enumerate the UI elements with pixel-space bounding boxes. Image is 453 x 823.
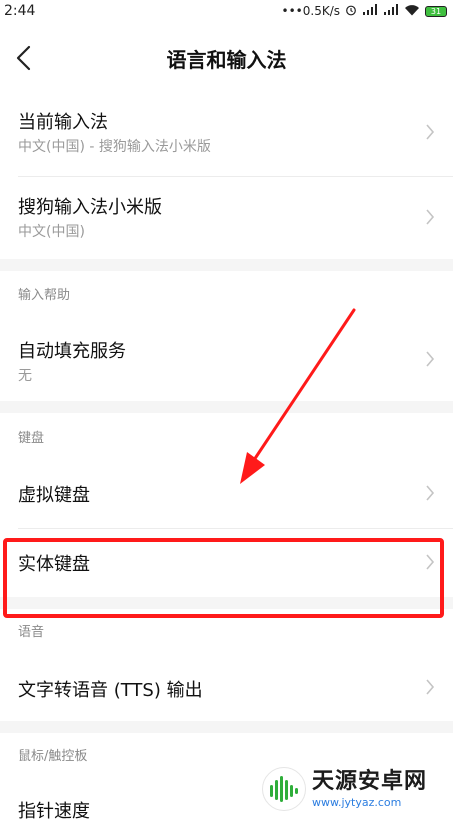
status-bar: 2:44 •••0.5K/s 31 — [0, 0, 453, 22]
status-icons: •••0.5K/s 31 — [281, 3, 453, 19]
section-label-keyboard: 键盘 — [18, 431, 45, 446]
watermark-name: 天源安卓网 — [312, 768, 428, 794]
back-arrow-icon[interactable] — [14, 44, 34, 72]
current-ime-row[interactable]: 当前输入法 中文(中国) - 搜狗输入法小米版 — [0, 94, 453, 176]
status-time: 2:44 — [4, 3, 36, 19]
watermark-url: www.jytyaz.com — [312, 795, 402, 809]
wifi-icon — [404, 4, 420, 19]
page-title: 语言和输入法 — [166, 47, 287, 72]
current-ime-subtitle: 中文(中国) - 搜狗输入法小米版 — [18, 139, 211, 155]
section-header-input-help: 输入帮助 — [0, 271, 453, 315]
virtual-keyboard-row[interactable]: 虚拟键盘 — [0, 459, 453, 527]
pointer-speed-title: 指针速度 — [18, 801, 90, 822]
watermark-logo-icon — [262, 767, 306, 811]
signal-icon-2 — [383, 3, 399, 19]
section-header-keyboard: 键盘 — [0, 413, 453, 457]
virtual-keyboard-title: 虚拟键盘 — [18, 485, 90, 506]
section-label-input-help: 输入帮助 — [18, 288, 71, 303]
chevron-right-icon — [425, 208, 435, 226]
autofill-subtitle: 无 — [18, 368, 32, 384]
page-header: 语言和输入法 — [0, 22, 453, 94]
sogou-ime-title: 搜狗输入法小米版 — [18, 197, 162, 218]
chevron-right-icon — [425, 484, 435, 502]
chevron-right-icon — [425, 678, 435, 696]
alarm-icon — [345, 4, 357, 19]
signal-icon — [362, 3, 378, 19]
physical-keyboard-title: 实体键盘 — [18, 554, 90, 575]
autofill-title: 自动填充服务 — [18, 341, 126, 362]
section-gap — [0, 721, 453, 733]
section-header-voice: 语音 — [0, 609, 453, 651]
section-gap — [0, 259, 453, 271]
sogou-ime-row[interactable]: 搜狗输入法小米版 中文(中国) — [0, 177, 453, 259]
section-label-voice: 语音 — [18, 625, 45, 640]
network-speed: •••0.5K/s — [281, 4, 340, 18]
section-gap — [0, 401, 453, 413]
autofill-row[interactable]: 自动填充服务 无 — [0, 317, 453, 401]
chevron-right-icon — [425, 350, 435, 368]
watermark-text: 天源安卓网 www.jytyaz.com — [312, 768, 428, 809]
section-label-mouse: 鼠标/触控板 — [18, 749, 88, 764]
watermark: 天源安卓网 www.jytyaz.com — [262, 764, 450, 814]
chevron-right-icon — [425, 123, 435, 141]
sogou-ime-subtitle: 中文(中国) — [18, 224, 85, 240]
tts-output-row[interactable]: 文字转语音 (TTS) 输出 — [0, 653, 453, 721]
current-ime-title: 当前输入法 — [18, 112, 108, 133]
battery-icon: 31 — [425, 5, 447, 17]
physical-keyboard-row[interactable]: 实体键盘 — [0, 529, 453, 597]
tts-output-title: 文字转语音 (TTS) 输出 — [18, 680, 203, 701]
chevron-right-icon — [425, 553, 435, 571]
section-gap — [0, 597, 453, 609]
